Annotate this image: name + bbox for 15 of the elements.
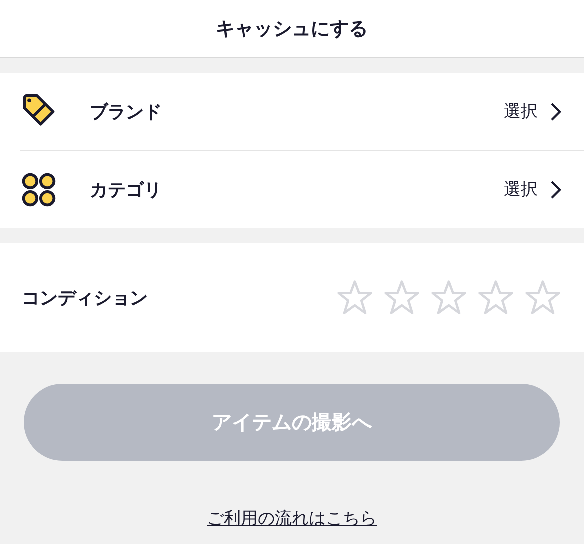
row-label: カテゴリ xyxy=(90,178,163,202)
empty-star-icon[interactable] xyxy=(383,278,421,316)
row-label: ブランド xyxy=(90,100,163,124)
condition-label: コンディション xyxy=(22,286,149,310)
chevron-right-icon xyxy=(550,102,562,122)
screen-title: キャッシュにする xyxy=(216,16,368,42)
empty-star-icon[interactable] xyxy=(430,278,468,316)
select-link[interactable]: 選択 xyxy=(504,178,538,201)
empty-star-icon[interactable] xyxy=(477,278,515,316)
grid-dots-icon xyxy=(20,170,58,208)
empty-star-icon[interactable] xyxy=(524,278,562,316)
help-link[interactable]: ご利用の流れはこちら xyxy=(207,507,377,530)
empty-star-icon[interactable] xyxy=(336,278,374,316)
chevron-right-icon xyxy=(550,180,562,200)
select-link[interactable]: 選択 xyxy=(504,100,538,123)
